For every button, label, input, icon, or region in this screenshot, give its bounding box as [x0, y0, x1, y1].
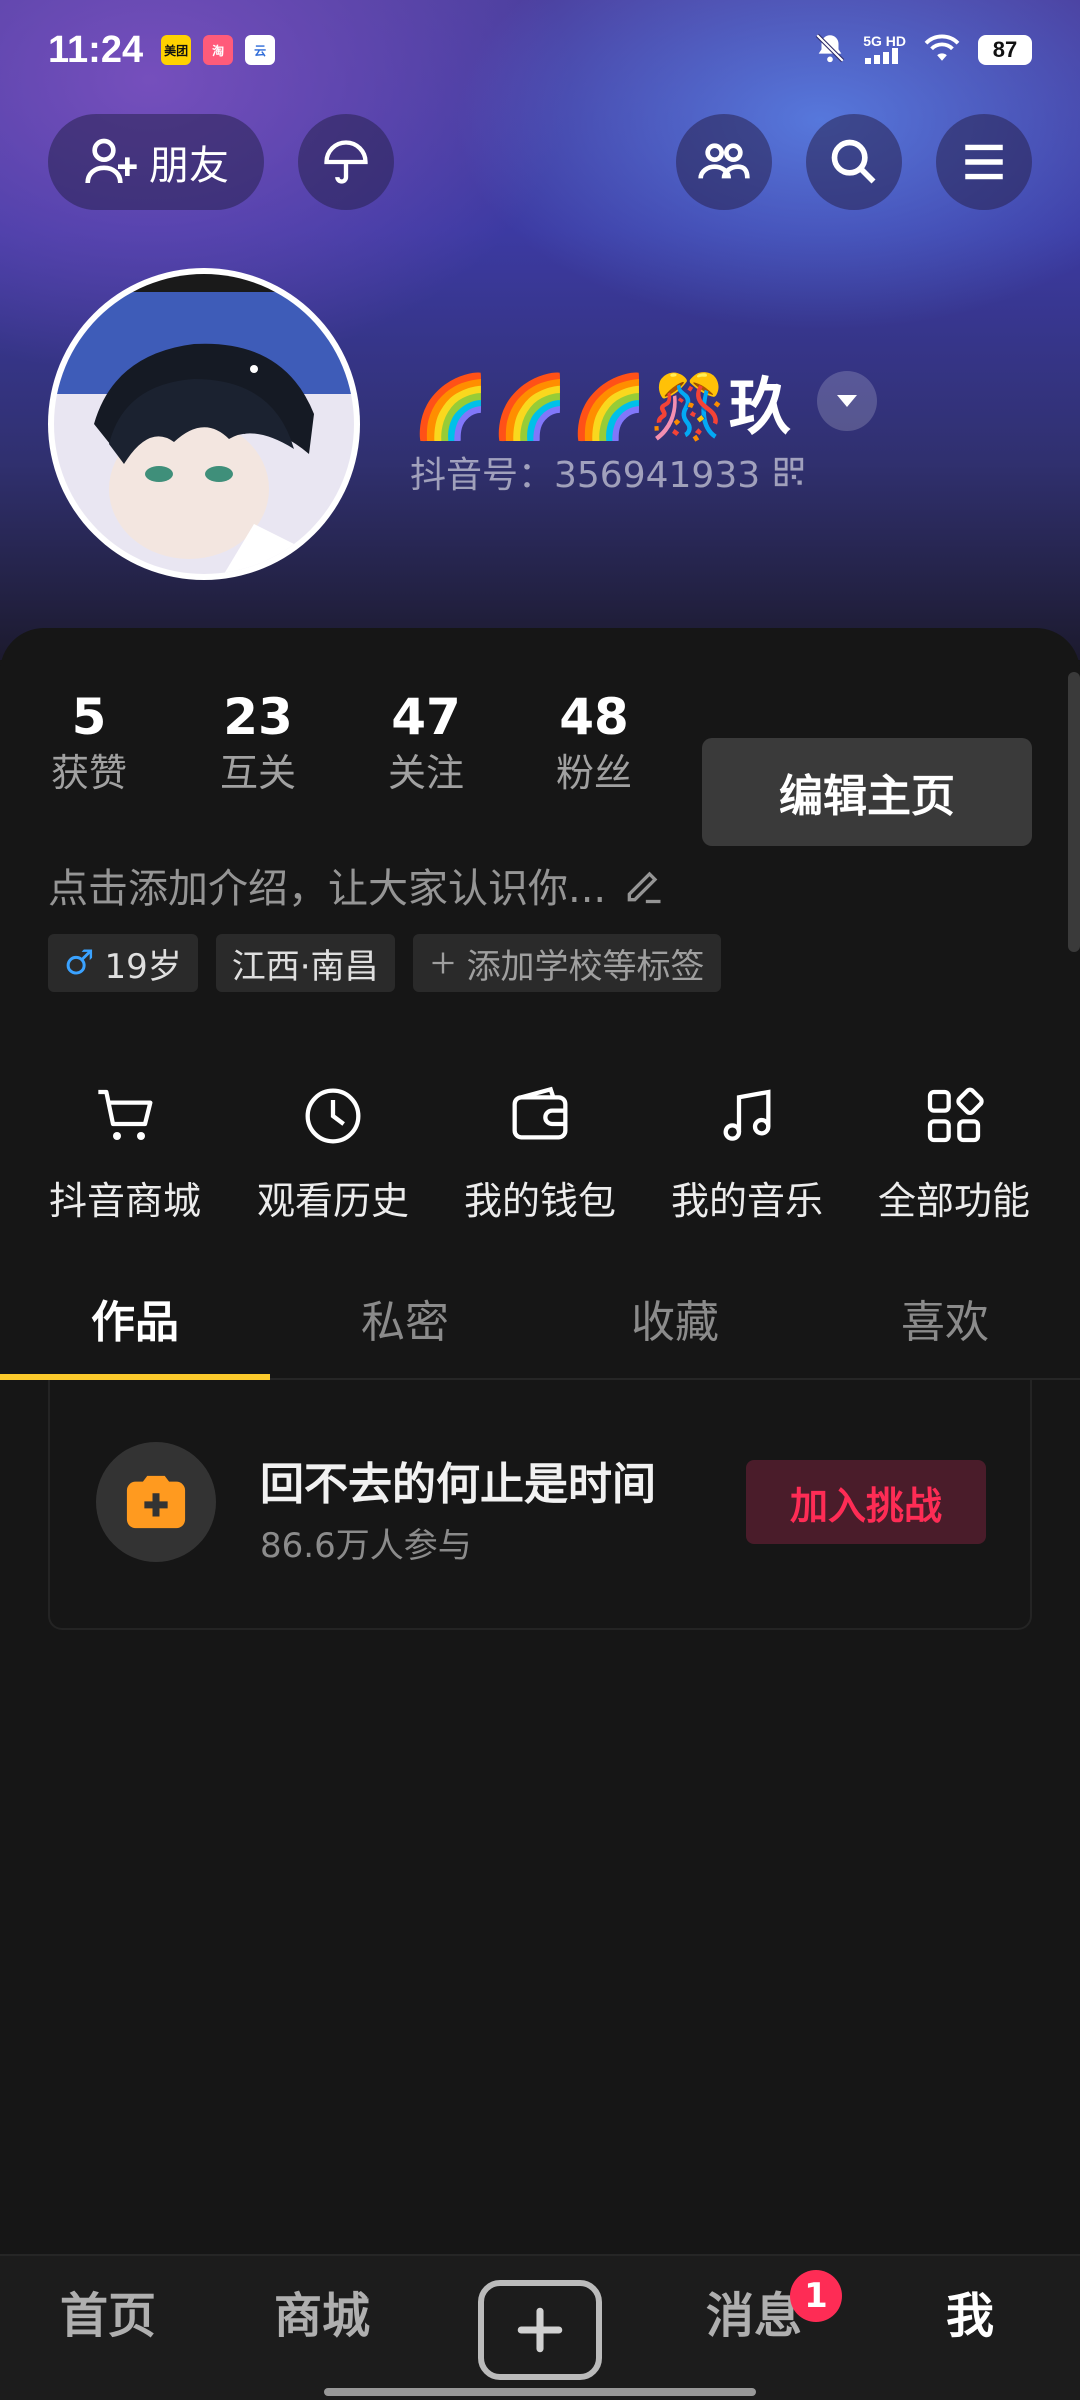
music-icon	[723, 1089, 771, 1141]
tag-location-label: 江西·南昌	[231, 946, 379, 987]
shortcut-label: 观看历史	[256, 1179, 409, 1223]
nav-mall[interactable]: 商城	[242, 2256, 402, 2400]
umbrella-button[interactable]	[298, 114, 394, 210]
challenge-card[interactable]: 回不去的何止是时间 86.6万人参与 加入挑战	[48, 1380, 1032, 1630]
stat-value: 48	[559, 688, 629, 746]
stat-label: 粉丝	[555, 751, 632, 795]
stat-likes[interactable]: 5 获赞	[24, 688, 154, 798]
status-app-icons: 美团 淘 云	[161, 35, 276, 65]
add-user-icon	[85, 138, 137, 184]
camera-plus-icon	[126, 1475, 186, 1529]
male-icon: ♂	[64, 943, 95, 983]
qrcode-icon	[774, 457, 804, 487]
scrollbar[interactable]	[1068, 672, 1080, 952]
search-icon	[831, 139, 876, 184]
avatar[interactable]	[48, 268, 360, 580]
shortcut-label: 我的钱包	[463, 1179, 616, 1223]
signal-bars-icon	[865, 48, 899, 64]
edit-profile-button[interactable]: 编辑主页	[702, 738, 1032, 846]
tag-age: 19岁	[104, 946, 182, 987]
tab-works[interactable]: 作品	[0, 1268, 270, 1380]
friends-list-button[interactable]	[676, 114, 772, 210]
search-button[interactable]	[806, 114, 902, 210]
content-tabs: 作品 私密 收藏 喜欢	[0, 1268, 1080, 1380]
clock-icon	[305, 1088, 361, 1144]
account-switch-button[interactable]	[816, 371, 877, 431]
status-time: 11:24	[48, 28, 144, 71]
profile-name-row: 🌈🌈🌈🎊玖	[412, 356, 877, 446]
network-type: 5G HD	[863, 33, 906, 49]
grid-icon	[927, 1087, 984, 1143]
nav-me[interactable]: 我	[890, 2256, 1050, 2400]
stat-label: 获赞	[50, 751, 127, 795]
shortcut-all-features[interactable]: 全部功能	[864, 1084, 1044, 1225]
stat-value: 5	[71, 688, 107, 746]
plus-icon	[432, 952, 454, 974]
add-friend-label: 朋友	[149, 143, 229, 189]
bio-placeholder: 点击添加介绍，让大家认识你...	[48, 866, 607, 912]
shortcut-label: 全部功能	[877, 1179, 1030, 1223]
profile-tags: ♂ 19岁 江西·南昌 添加学校等标签	[48, 934, 721, 992]
taobao-app-icon: 淘	[203, 35, 234, 65]
cart-icon	[98, 1089, 153, 1140]
bio-prompt[interactable]: 点击添加介绍，让大家认识你...	[48, 856, 666, 914]
menu-button[interactable]	[936, 114, 1032, 210]
challenge-participants: 86.6万人参与	[260, 1526, 472, 1566]
shortcut-wallet[interactable]: 我的钱包	[450, 1084, 630, 1225]
stat-label: 互关	[219, 751, 296, 795]
cloud-app-icon: 云	[245, 35, 276, 65]
stat-followers[interactable]: 48 粉丝	[529, 688, 659, 798]
plus-icon	[517, 2307, 563, 2353]
message-badge: 1	[790, 2270, 842, 2322]
profile-stats: 5 获赞 23 互关 47 关注 48 粉丝 编辑主页	[0, 688, 1080, 846]
pencil-icon	[627, 871, 661, 904]
signal-indicator: 5G HD	[863, 34, 906, 66]
tab-favorites[interactable]: 收藏	[540, 1268, 810, 1380]
stat-label: 关注	[387, 751, 464, 795]
stat-following[interactable]: 47 关注	[361, 688, 491, 798]
profile-nickname: 🌈🌈🌈🎊玖	[412, 370, 793, 443]
add-tag-button[interactable]: 添加学校等标签	[412, 934, 721, 992]
shortcut-music[interactable]: 我的音乐	[657, 1084, 837, 1225]
status-bar: 11:24 美团 淘 云 5G HD 87	[0, 0, 1080, 100]
stat-mutual[interactable]: 23 互关	[193, 688, 323, 798]
shortcut-mall[interactable]: 抖音商城	[35, 1084, 215, 1225]
shortcut-label: 我的音乐	[670, 1179, 823, 1223]
join-challenge-button[interactable]: 加入挑战	[746, 1460, 986, 1544]
douyin-id-row[interactable]: 抖音号：356941933	[410, 446, 806, 498]
tab-private[interactable]: 私密	[270, 1268, 540, 1380]
shortcut-label: 抖音商城	[48, 1179, 201, 1223]
challenge-title: 回不去的何止是时间	[260, 1459, 656, 1510]
shortcut-row: 抖音商城 观看历史 我的钱包 我的音乐 全部功能	[0, 1084, 1080, 1244]
tag-location[interactable]: 江西·南昌	[215, 934, 395, 992]
wallet-icon	[512, 1086, 568, 1140]
profile-panel: 5 获赞 23 互关 47 关注 48 粉丝 编辑主页 点击添加介绍，让大家认识…	[0, 628, 1080, 2400]
add-friend-button[interactable]: 朋友	[48, 114, 264, 210]
umbrella-icon	[324, 140, 368, 184]
stat-value: 23	[223, 688, 293, 746]
mute-bell-icon	[813, 31, 847, 70]
people-icon	[698, 143, 750, 179]
meituan-app-icon: 美团	[161, 35, 192, 65]
tag-gender-age[interactable]: ♂ 19岁	[48, 934, 198, 992]
create-post-button[interactable]	[478, 2280, 602, 2380]
shortcut-history[interactable]: 观看历史	[243, 1084, 423, 1225]
profile-topbar: 朋友	[48, 114, 1032, 210]
stat-value: 47	[391, 688, 461, 746]
caret-down-icon	[836, 395, 857, 407]
bottom-nav: 首页 商城 消息 1 我	[0, 2254, 1080, 2400]
home-indicator[interactable]	[324, 2388, 756, 2396]
tab-likes[interactable]: 喜欢	[810, 1268, 1080, 1380]
avatar-image	[54, 274, 354, 574]
douyin-id: 抖音号：356941933	[410, 455, 761, 496]
nav-home[interactable]: 首页	[28, 2256, 188, 2400]
add-tag-label: 添加学校等标签	[466, 946, 705, 987]
wifi-icon	[922, 32, 962, 69]
camera-icon-circle	[96, 1442, 216, 1562]
menu-icon	[965, 144, 1003, 180]
battery-indicator: 87	[978, 35, 1032, 65]
